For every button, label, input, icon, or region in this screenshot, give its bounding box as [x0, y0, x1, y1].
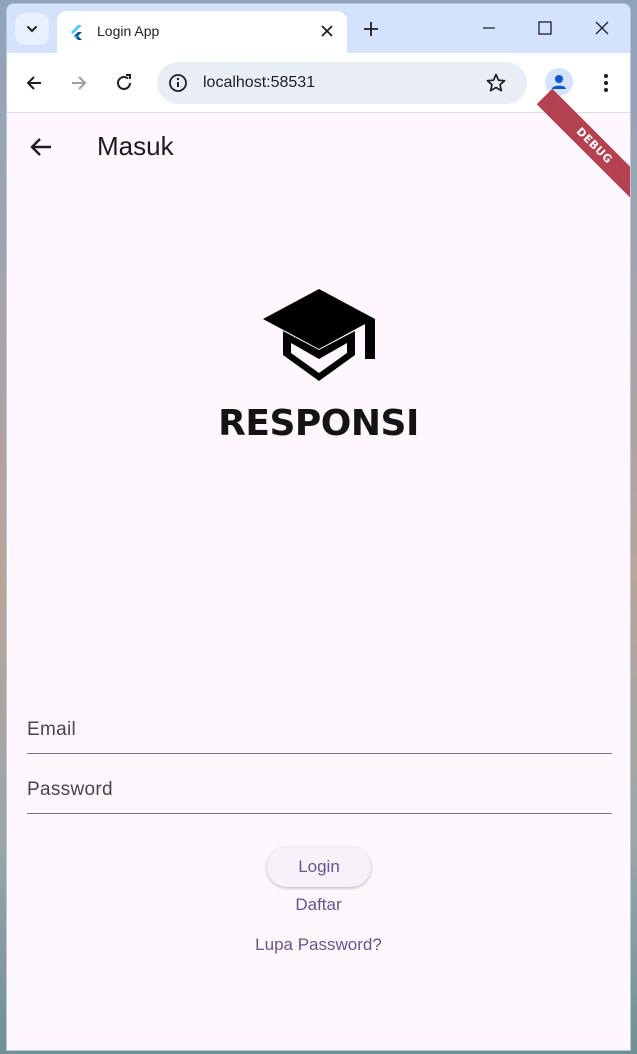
flutter-icon: [71, 25, 82, 40]
tab-login-app[interactable]: Login App: [57, 11, 347, 53]
close-tab-icon[interactable]: [319, 23, 335, 39]
reload-icon[interactable]: [113, 72, 135, 94]
app-viewport: Masuk DEBUG RESPONSI Email Password Logi…: [7, 88, 630, 1050]
login-button[interactable]: Login: [267, 847, 371, 887]
tab-search-button[interactable]: [15, 13, 49, 45]
register-button[interactable]: Daftar: [7, 895, 630, 915]
site-info-icon[interactable]: [167, 72, 189, 94]
app-logo-text: RESPONSI: [218, 403, 419, 444]
school-icon: [263, 289, 375, 381]
email-field[interactable]: Email: [27, 704, 612, 754]
maximize-icon[interactable]: [535, 18, 555, 38]
address-bar[interactable]: localhost:58531: [157, 62, 527, 104]
minimize-icon[interactable]: [479, 18, 499, 38]
bookmark-star-icon[interactable]: [485, 72, 507, 94]
forward-nav-icon[interactable]: [68, 72, 90, 94]
close-window-icon[interactable]: [592, 18, 612, 38]
tab-strip: Login App: [7, 4, 630, 53]
forgot-password-button[interactable]: Lupa Password?: [7, 935, 630, 955]
password-input[interactable]: [27, 764, 612, 813]
browser-window: Login App localhost:58531 Masuk DEBUG RE…: [6, 3, 631, 1051]
arrow-back-icon[interactable]: [27, 133, 55, 161]
email-input[interactable]: [27, 704, 612, 753]
back-nav-icon[interactable]: [23, 72, 45, 94]
chevron-down-icon: [27, 26, 37, 33]
new-tab-icon[interactable]: [362, 20, 380, 38]
url-text[interactable]: localhost:58531: [203, 74, 315, 92]
password-field[interactable]: Password: [27, 764, 612, 814]
more-menu-icon[interactable]: [595, 72, 617, 94]
tab-title: Login App: [97, 23, 160, 39]
page-title: Masuk: [97, 131, 174, 161]
